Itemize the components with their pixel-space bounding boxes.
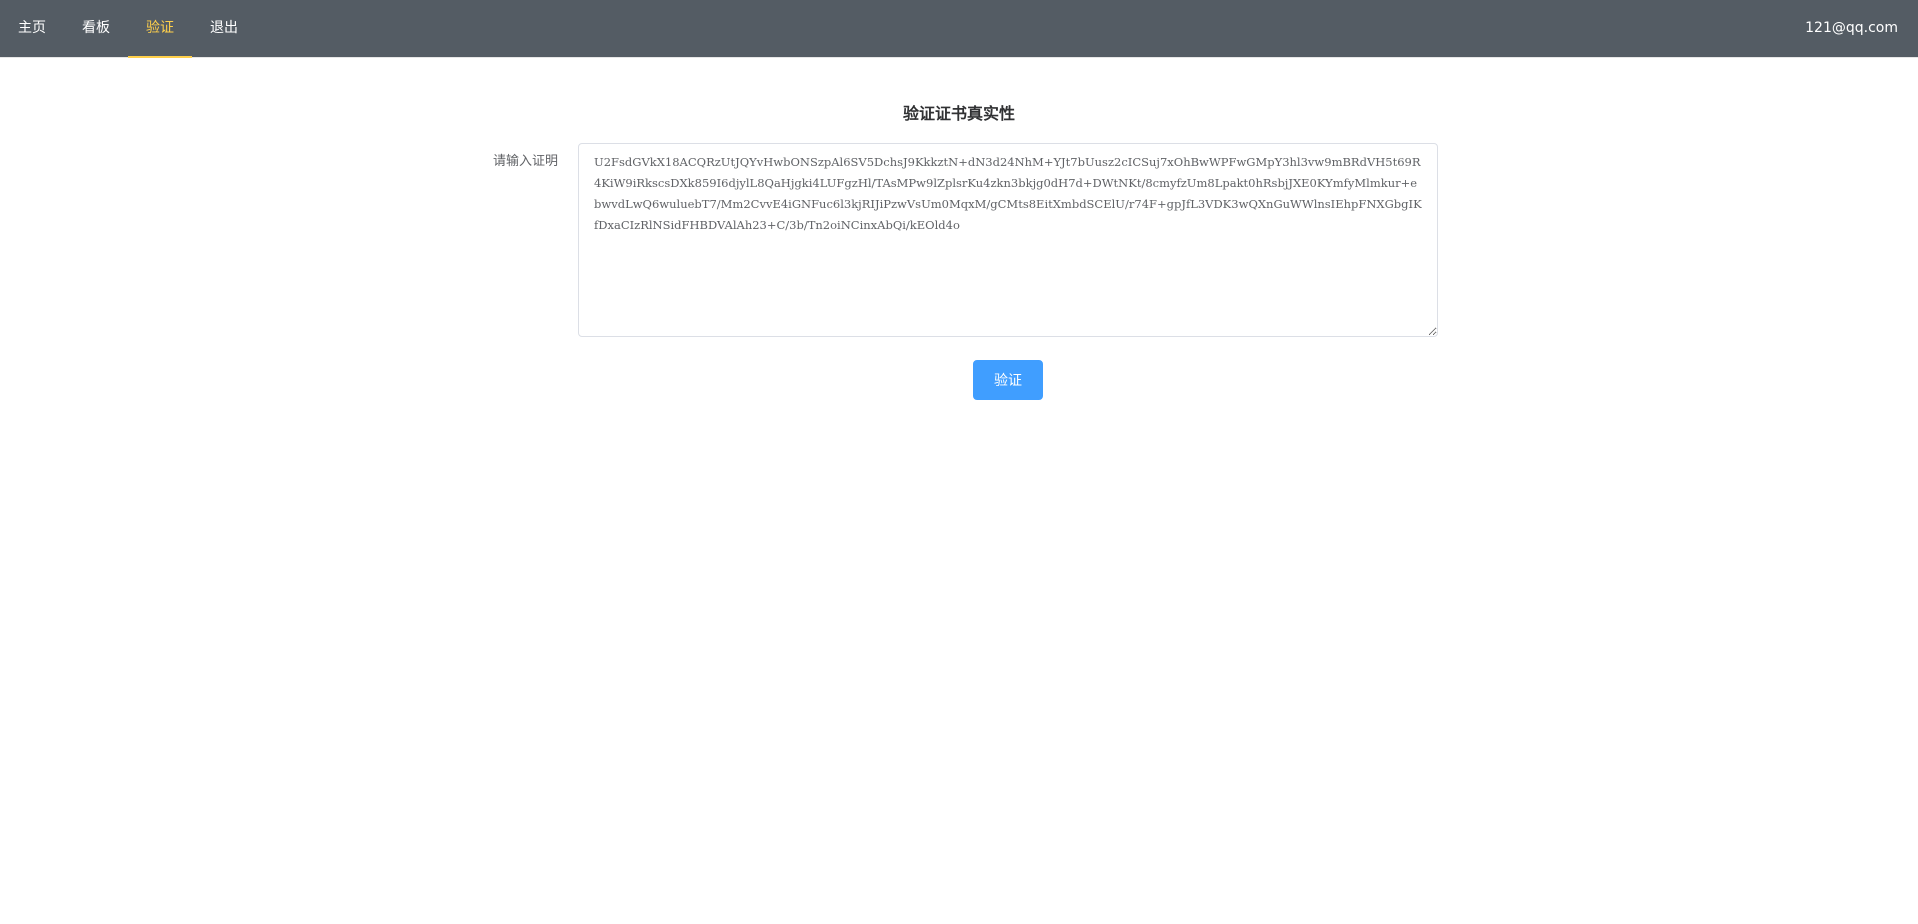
nav-item-dashboard[interactable]: 看板 bbox=[64, 0, 128, 58]
top-navbar: 主页 看板 验证 退出 121@qq.com bbox=[0, 0, 1918, 58]
nav-item-verify[interactable]: 验证 bbox=[128, 0, 192, 58]
certificate-input[interactable]: U2FsdGVkX18ACQRzUtJQYvHwbONSzpAl6SV5Dchs… bbox=[578, 143, 1438, 337]
nav-item-logout[interactable]: 退出 bbox=[192, 0, 256, 58]
user-email[interactable]: 121@qq.com bbox=[1805, 0, 1898, 56]
main-nav: 主页 看板 验证 退出 bbox=[0, 0, 256, 58]
certificate-field-label: 请输入证明 bbox=[492, 154, 558, 169]
verify-button[interactable]: 验证 bbox=[973, 360, 1043, 400]
page-title: 验证证书真实性 bbox=[902, 104, 1015, 123]
nav-item-home[interactable]: 主页 bbox=[0, 0, 64, 58]
